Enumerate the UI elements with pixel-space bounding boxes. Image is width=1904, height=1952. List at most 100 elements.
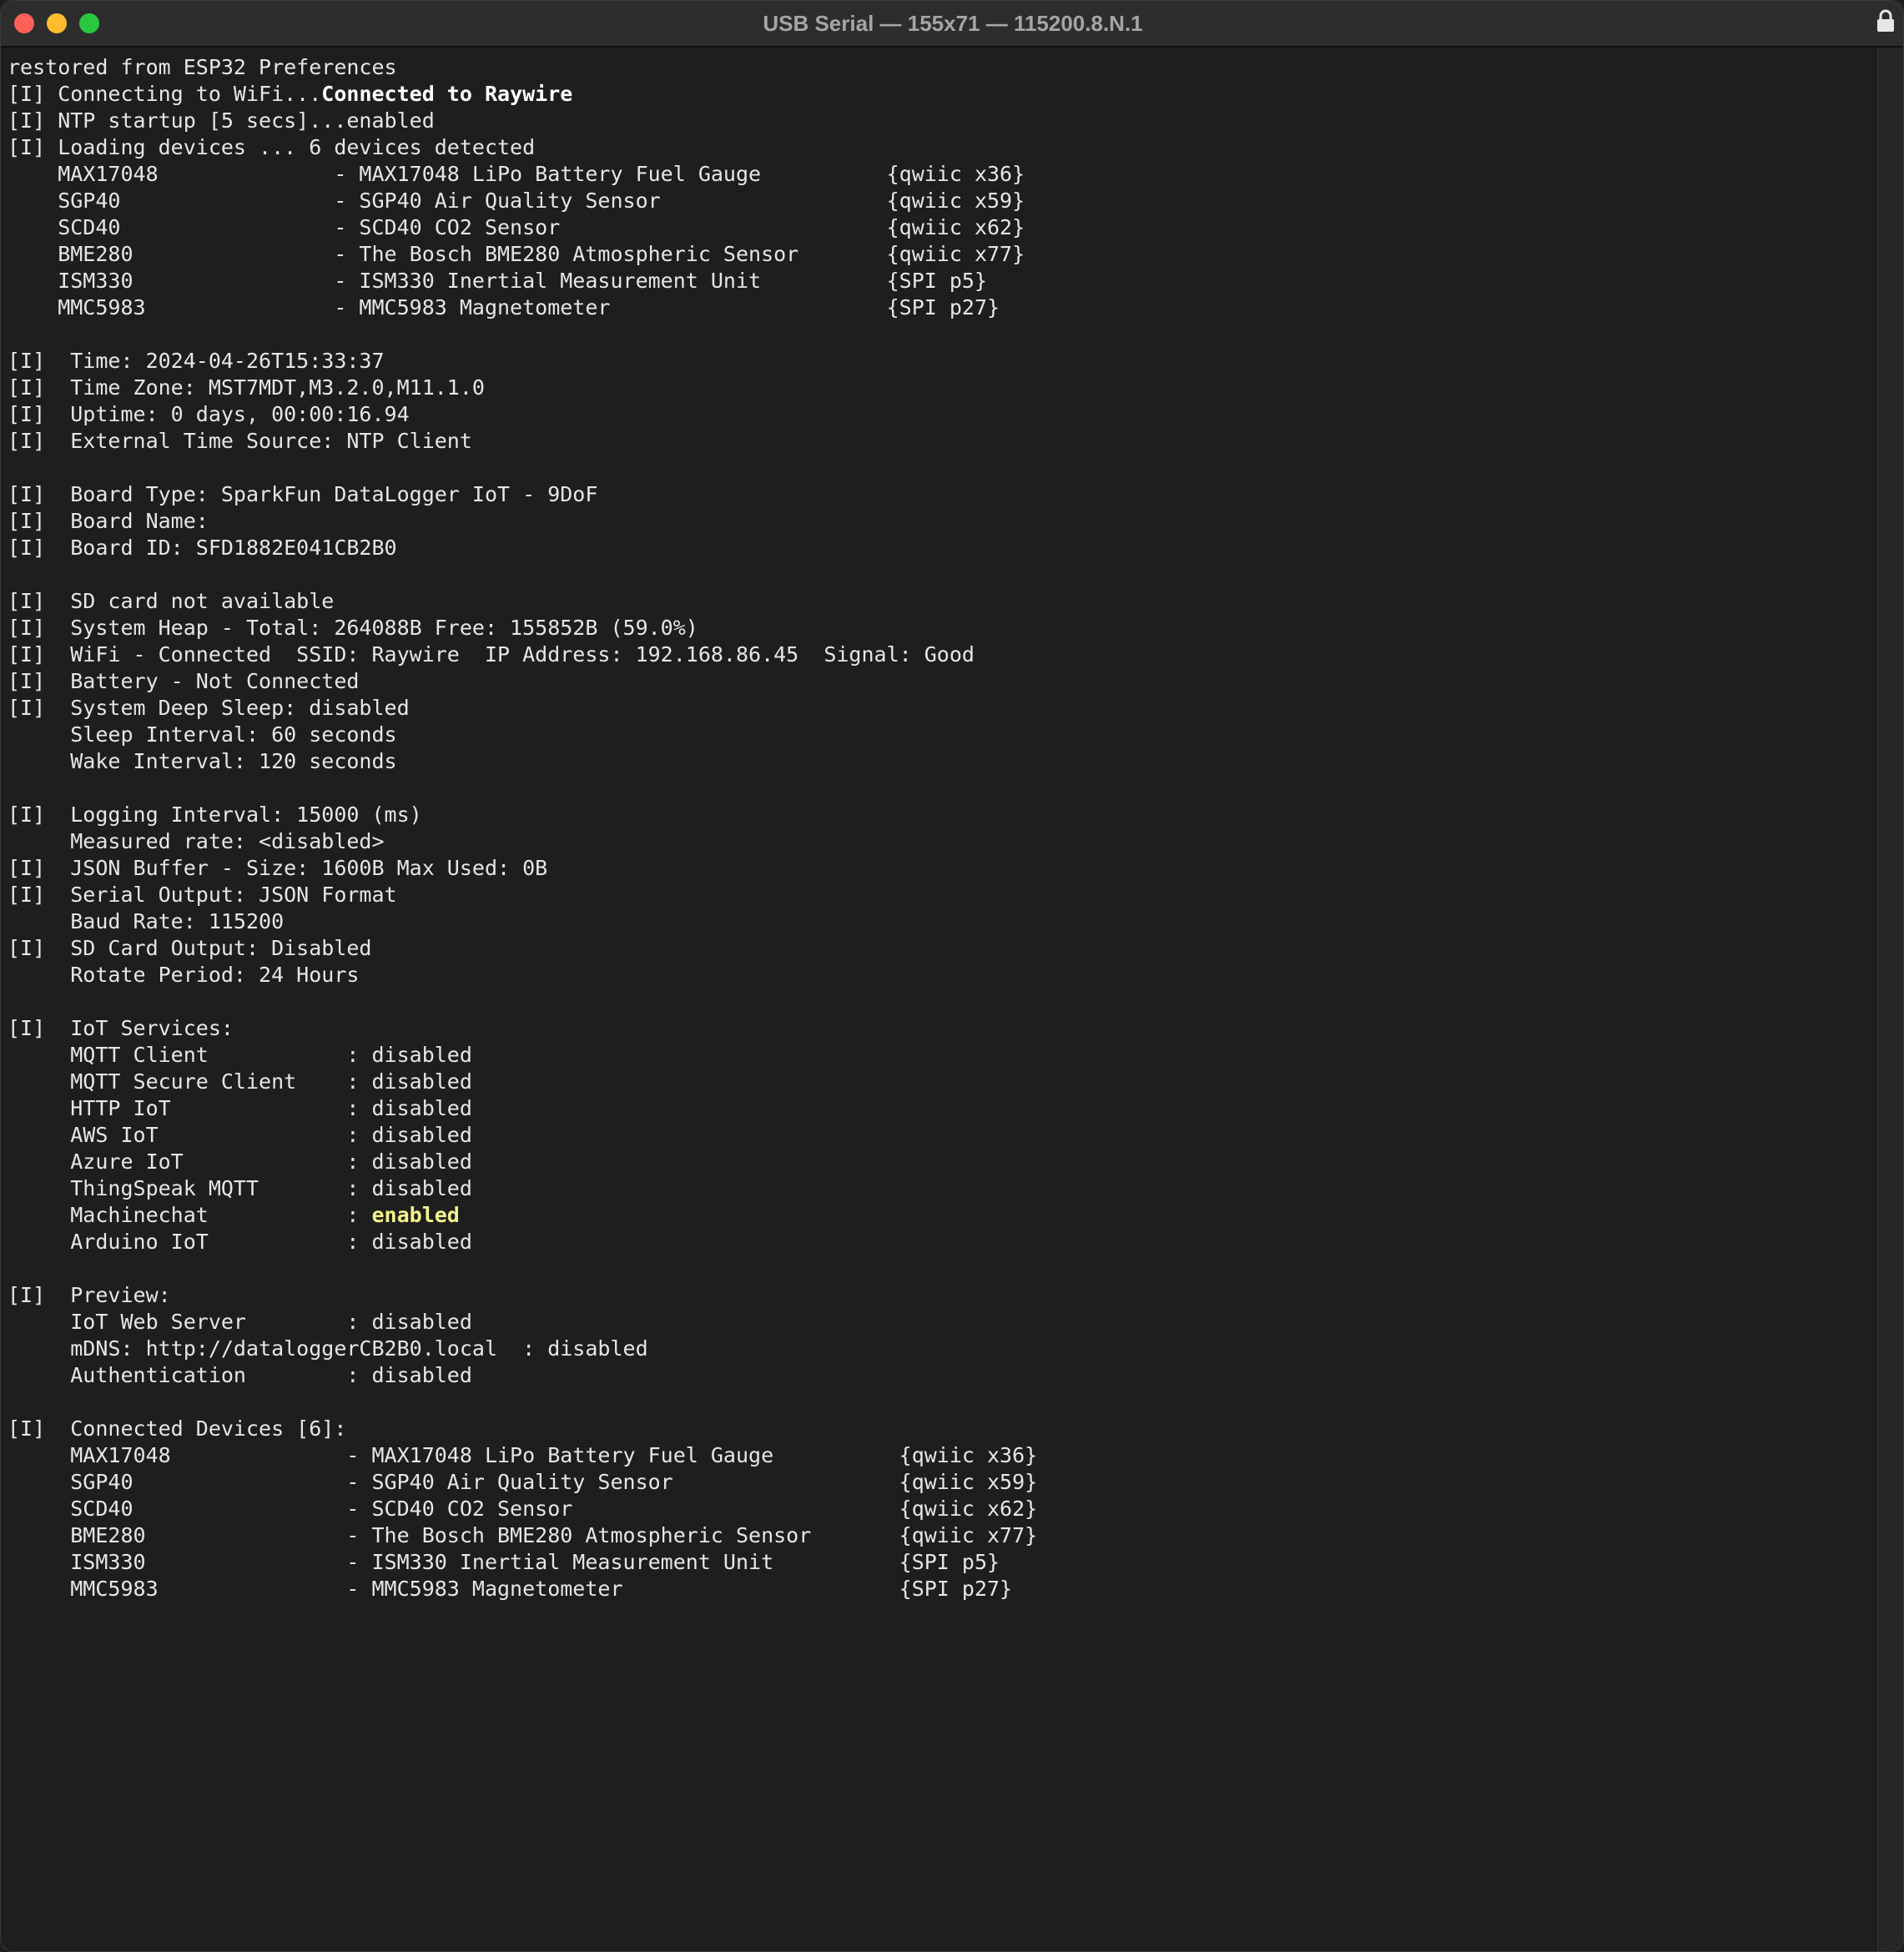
window-title: USB Serial — 155x71 — 115200.8.N.1: [763, 11, 1143, 36]
terminal-text: [I] Board ID: SFD1882E041CB2B0: [8, 536, 397, 560]
terminal-text: ISM330 - ISM330 Inertial Measurement Uni…: [8, 1550, 1000, 1574]
terminal-text: [I] Logging Interval: 15000 (ms): [8, 802, 422, 827]
terminal-line: Arduino IoT : disabled: [8, 1229, 1878, 1255]
vertical-scrollbar[interactable]: [1877, 48, 1903, 1951]
terminal-text: [I] JSON Buffer - Size: 1600B Max Used: …: [8, 856, 548, 880]
terminal-line: MQTT Secure Client : disabled: [8, 1069, 1878, 1095]
terminal-line: [I] System Deep Sleep: disabled: [8, 695, 1878, 722]
terminal-text: MAX17048 - MAX17048 LiPo Battery Fuel Ga…: [8, 162, 1025, 186]
terminal-text: Wake Interval: 120 seconds: [8, 749, 397, 773]
terminal-line: MAX17048 - MAX17048 LiPo Battery Fuel Ga…: [8, 161, 1878, 188]
terminal-text: HTTP IoT : disabled: [8, 1096, 472, 1120]
terminal-text: [I] IoT Services:: [8, 1016, 234, 1040]
terminal-line: [I] WiFi - Connected SSID: Raywire IP Ad…: [8, 641, 1878, 668]
terminal-line: AWS IoT : disabled: [8, 1122, 1878, 1149]
terminal-line: MMC5983 - MMC5983 Magnetometer {SPI p27}: [8, 1576, 1878, 1602]
terminal-text: [I] Time Zone: MST7MDT,M3.2.0,M11.1.0: [8, 375, 485, 400]
terminal-text: [I] Loading devices ... 6 devices detect…: [8, 135, 536, 159]
terminal-text: [I] System Deep Sleep: disabled: [8, 696, 410, 720]
terminal-text: MQTT Client : disabled: [8, 1043, 472, 1067]
terminal-output[interactable]: restored from ESP32 Preferences [I] Conne…: [1, 48, 1878, 1951]
terminal-text: [I] Connected Devices [6]:: [8, 1416, 347, 1441]
terminal-line: [I] Logging Interval: 15000 (ms): [8, 802, 1878, 828]
terminal-text: Rotate Period: 24 Hours: [8, 963, 360, 987]
terminal-text: [I] SD card not available: [8, 589, 335, 613]
terminal-text: AWS IoT : disabled: [8, 1123, 472, 1147]
terminal-line: restored from ESP32 Preferences: [8, 54, 1878, 81]
lock-icon: [1877, 9, 1894, 32]
terminal-line: [I] System Heap - Total: 264088B Free: 1…: [8, 615, 1878, 641]
terminal-line: BME280 - The Bosch BME280 Atmospheric Se…: [8, 1522, 1878, 1549]
terminal-text: MMC5983 - MMC5983 Magnetometer {SPI p27}: [8, 295, 1000, 319]
terminal-text: [I] Battery - Not Connected: [8, 669, 360, 693]
terminal-text: SCD40 - SCD40 CO2 Sensor {qwiic x62}: [8, 1497, 1038, 1521]
terminal-text: Baud Rate: 115200: [8, 909, 285, 933]
terminal-line: Measured rate: <disabled>: [8, 828, 1878, 855]
terminal-line: SGP40 - SGP40 Air Quality Sensor {qwiic …: [8, 1469, 1878, 1496]
terminal-text: ISM330 - ISM330 Inertial Measurement Uni…: [8, 269, 987, 293]
terminal-text: SCD40 - SCD40 CO2 Sensor {qwiic x62}: [8, 215, 1025, 239]
terminal-line: [I] Board Name:: [8, 508, 1878, 535]
terminal-line: [I] Connected Devices [6]:: [8, 1416, 1878, 1442]
terminal-text: Connected to Raywire: [321, 82, 573, 106]
terminal-text: [I] Board Type: SparkFun DataLogger IoT …: [8, 482, 598, 506]
terminal-text: [I] SD Card Output: Disabled: [8, 936, 372, 960]
terminal-line: [I] SD Card Output: Disabled: [8, 935, 1878, 962]
terminal-text: Azure IoT : disabled: [8, 1150, 472, 1174]
terminal-line: ThingSpeak MQTT : disabled: [8, 1175, 1878, 1202]
terminal-line: [I] JSON Buffer - Size: 1600B Max Used: …: [8, 855, 1878, 882]
terminal-line: [I] IoT Services:: [8, 1015, 1878, 1042]
terminal-line: [I] External Time Source: NTP Client: [8, 428, 1878, 455]
terminal-text: MMC5983 - MMC5983 Magnetometer {SPI p27}: [8, 1577, 1013, 1601]
terminal-text: [I] System Heap - Total: 264088B Free: 1…: [8, 616, 698, 640]
terminal-line: Sleep Interval: 60 seconds: [8, 722, 1878, 748]
terminal-line: [I] Uptime: 0 days, 00:00:16.94: [8, 401, 1878, 428]
terminal-text: restored from ESP32 Preferences: [8, 55, 397, 79]
terminal-text: [I] Preview:: [8, 1283, 171, 1307]
terminal-text: Sleep Interval: 60 seconds: [8, 722, 397, 747]
terminal-line: SCD40 - SCD40 CO2 Sensor {qwiic x62}: [8, 214, 1878, 241]
terminal-line: mDNS: http://dataloggerCB2B0.local : dis…: [8, 1336, 1878, 1362]
terminal-text: [I] Board Name:: [8, 509, 209, 533]
terminal-line: [I] NTP startup [5 secs]...enabled: [8, 108, 1878, 134]
terminal-line: Machinechat : enabled: [8, 1202, 1878, 1229]
terminal-window: USB Serial — 155x71 — 115200.8.N.1 resto…: [0, 0, 1904, 1952]
terminal-line: ISM330 - ISM330 Inertial Measurement Uni…: [8, 1549, 1878, 1576]
terminal-line: MAX17048 - MAX17048 LiPo Battery Fuel Ga…: [8, 1442, 1878, 1469]
terminal-line: Azure IoT : disabled: [8, 1149, 1878, 1175]
terminal-text: BME280 - The Bosch BME280 Atmospheric Se…: [8, 242, 1025, 266]
terminal-text: [I] WiFi - Connected SSID: Raywire IP Ad…: [8, 642, 975, 667]
terminal-line: Authentication : disabled: [8, 1362, 1878, 1389]
terminal-line: IoT Web Server : disabled: [8, 1309, 1878, 1336]
terminal-text: [I] NTP startup [5 secs]...enabled: [8, 108, 435, 133]
terminal-text: [I] Uptime: 0 days, 00:00:16.94: [8, 402, 410, 426]
terminal-line: HTTP IoT : disabled: [8, 1095, 1878, 1122]
terminal-line: [I] Loading devices ... 6 devices detect…: [8, 134, 1878, 161]
terminal-line: [I] Serial Output: JSON Format: [8, 882, 1878, 908]
terminal-line: BME280 - The Bosch BME280 Atmospheric Se…: [8, 241, 1878, 268]
terminal-text: [I] Time: 2024-04-26T15:33:37: [8, 349, 385, 373]
terminal-line: [I] Board Type: SparkFun DataLogger IoT …: [8, 481, 1878, 508]
terminal-text: [I] Serial Output: JSON Format: [8, 883, 397, 907]
terminal-text: Arduino IoT : disabled: [8, 1230, 472, 1254]
terminal-line: [I] Preview:: [8, 1282, 1878, 1309]
terminal-text: BME280 - The Bosch BME280 Atmospheric Se…: [8, 1523, 1038, 1547]
terminal-text: [I] External Time Source: NTP Client: [8, 429, 472, 453]
terminal-line: MQTT Client : disabled: [8, 1042, 1878, 1069]
terminal-line: Wake Interval: 120 seconds: [8, 748, 1878, 775]
terminal-text: mDNS: http://dataloggerCB2B0.local : dis…: [8, 1336, 648, 1361]
terminal-text: IoT Web Server : disabled: [8, 1310, 472, 1334]
status-enabled-text: enabled: [371, 1203, 460, 1227]
terminal-text: SGP40 - SGP40 Air Quality Sensor {qwiic …: [8, 189, 1025, 213]
terminal-text: MQTT Secure Client : disabled: [8, 1069, 472, 1094]
terminal-text: Authentication : disabled: [8, 1363, 472, 1387]
terminal-line: [I] Time Zone: MST7MDT,M3.2.0,M11.1.0: [8, 375, 1878, 401]
title-bar[interactable]: USB Serial — 155x71 — 115200.8.N.1: [1, 1, 1903, 48]
terminal-text: Measured rate: <disabled>: [8, 829, 385, 853]
